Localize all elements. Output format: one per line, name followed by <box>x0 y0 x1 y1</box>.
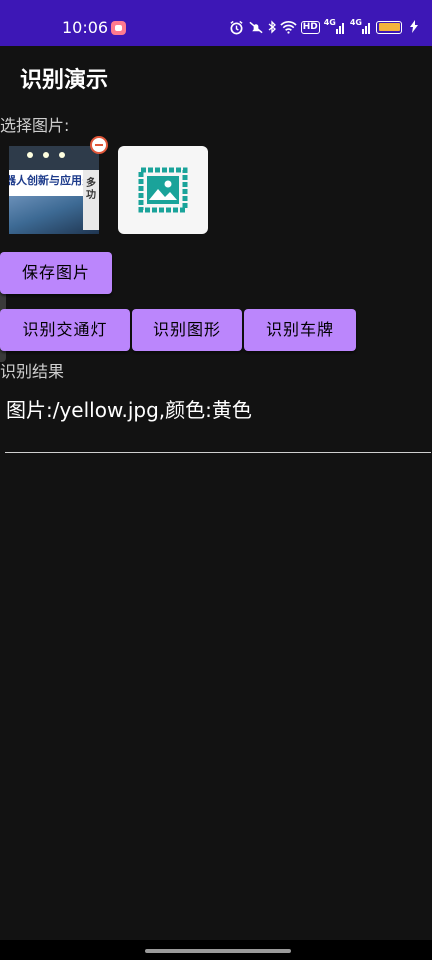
thumbnail-light <box>27 152 33 158</box>
app-title: 识别演示 <box>20 68 109 93</box>
result-label: 识别结果 <box>0 362 65 381</box>
screen-recorder-icon <box>111 21 126 35</box>
recognize-plate-button[interactable]: 识别车牌 <box>244 309 356 351</box>
remove-icon[interactable] <box>90 136 108 154</box>
signal-4g-icon: 4G <box>324 19 346 35</box>
selected-image-thumbnail[interactable]: 器人创新与应用多用 多功 <box>9 146 99 234</box>
add-image-button[interactable] <box>118 146 208 234</box>
result-text-field[interactable]: 图片:/yellow.jpg,颜色:黄色 <box>6 396 252 424</box>
signal-4g-icon: 4G <box>350 19 372 35</box>
image-placeholder-icon <box>138 167 188 213</box>
save-image-button[interactable]: 保存图片 <box>0 252 112 294</box>
wifi-icon <box>280 19 297 35</box>
recognize-shape-button[interactable]: 识别图形 <box>132 309 242 351</box>
status-time: 10:06 <box>62 18 109 37</box>
charging-icon <box>410 20 418 36</box>
status-bar: 10:06 HD 4G 4G <box>0 0 432 46</box>
bluetooth-icon <box>268 19 276 35</box>
mute-icon <box>248 19 264 35</box>
thumbnail-side-text: 多功 <box>86 178 96 201</box>
result-field-underline <box>5 452 431 453</box>
home-gesture-handle[interactable] <box>145 949 291 953</box>
thumbnail-light <box>59 152 65 158</box>
alarm-icon <box>229 19 244 35</box>
thumbnail-ceiling <box>9 146 99 170</box>
recognize-traffic-light-button[interactable]: 识别交通灯 <box>0 309 130 351</box>
status-icons: HD 4G 4G <box>229 19 402 35</box>
hd-icon: HD <box>300 20 320 34</box>
select-image-label: 选择图片: <box>0 116 70 135</box>
battery-icon <box>376 19 402 35</box>
thumbnail-light <box>43 152 49 158</box>
